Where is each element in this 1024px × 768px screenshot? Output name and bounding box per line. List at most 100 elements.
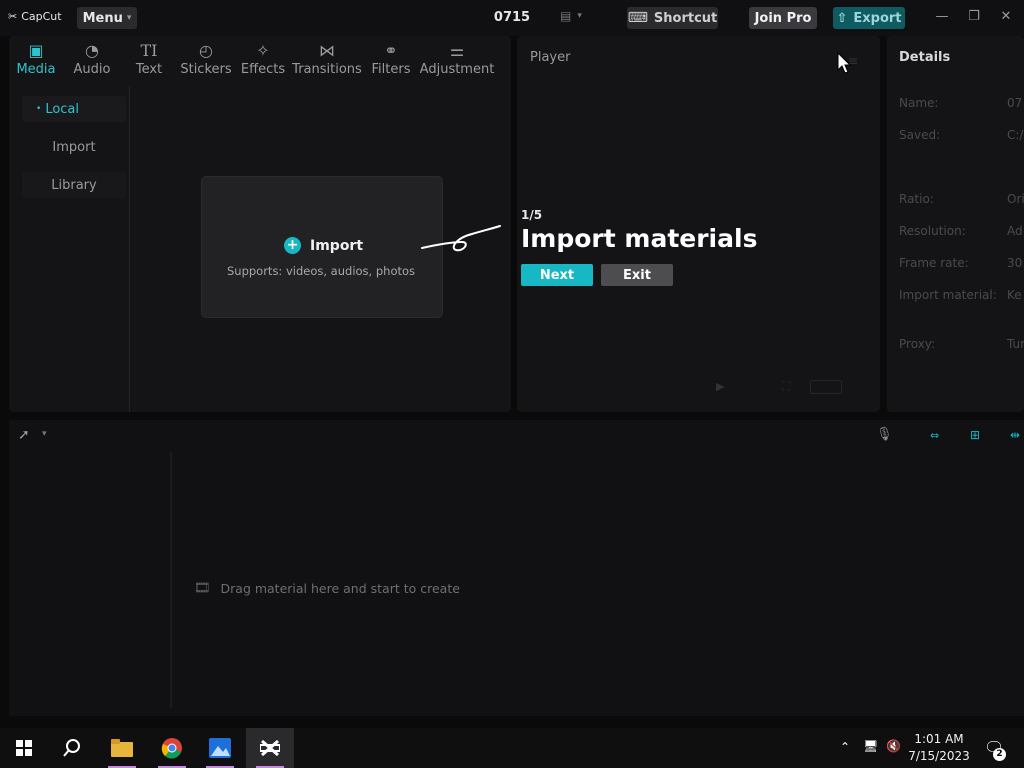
next-label: Next <box>539 267 575 283</box>
clock-time: 1:01 AM <box>914 732 964 746</box>
pointer-arrow-icon <box>421 225 501 252</box>
chevron-down-icon[interactable]: ▾ <box>42 429 47 439</box>
clock-date: 7/15/2023 <box>908 749 970 763</box>
maximize-icon[interactable]: ❐ <box>964 9 984 24</box>
select-tool-icon[interactable]: ➚ <box>18 427 30 443</box>
detail-value-import-material: Ke <box>1007 288 1022 302</box>
fullscreen-icon[interactable]: ⛶ <box>782 379 790 394</box>
shortcut-label: Shortcut <box>653 10 718 26</box>
timeline-empty-hint: 🎞 Drag material here and start to create <box>194 581 460 596</box>
adjustment-icon: ⚌ <box>449 41 465 60</box>
windows-logo-icon <box>16 740 32 756</box>
keyboard-icon: ⌨ <box>627 10 648 26</box>
detail-value-resolution: Ad <box>1007 224 1023 238</box>
tab-adjustment[interactable]: ⚌ Adjustment <box>419 36 495 86</box>
show-hidden-icons-icon[interactable]: ⌃ <box>840 740 850 754</box>
folder-icon <box>111 739 133 757</box>
detail-value-name: 07 <box>1007 96 1023 110</box>
tab-label: Filters <box>371 62 411 77</box>
import-label: Import <box>310 237 364 254</box>
tab-label: Transitions <box>292 62 362 77</box>
transitions-icon: ⋈ <box>319 41 335 60</box>
minimize-icon[interactable]: — <box>932 9 952 24</box>
tab-label: Adjustment <box>419 62 495 77</box>
search-button[interactable] <box>48 728 96 768</box>
tab-stickers[interactable]: ◴ Stickers <box>177 36 235 86</box>
sidebar-item-library[interactable]: Library <box>22 172 126 198</box>
exit-button[interactable]: Exit <box>601 264 673 286</box>
capcut-logo: ✂ CapCut <box>8 10 62 23</box>
exit-label: Exit <box>623 267 651 283</box>
bullet-icon: • <box>36 104 42 114</box>
chevron-down-icon: ▾ <box>126 13 132 23</box>
capcut-taskbar-button[interactable] <box>246 728 294 768</box>
import-button[interactable]: + Import <box>284 237 363 254</box>
tab-label: Media <box>16 62 56 77</box>
text-icon: TI <box>140 41 158 60</box>
mouse-cursor-icon <box>837 52 851 74</box>
file-explorer-button[interactable] <box>98 728 146 768</box>
detail-label-saved: Saved: <box>899 128 941 142</box>
tab-transitions[interactable]: ⋈ Transitions <box>291 36 363 86</box>
detail-value-saved: C:/ <box>1007 128 1024 142</box>
detail-label-import-material: Import material: <box>899 288 997 302</box>
playhead[interactable] <box>170 452 172 708</box>
tab-filters[interactable]: ⚭ Filters <box>363 36 419 86</box>
player-title: Player <box>530 50 571 65</box>
tab-label: Audio <box>73 62 111 77</box>
media-sidebar: • Local Import Library <box>9 86 130 412</box>
menu-button[interactable]: Menu ▾ <box>77 7 137 29</box>
timeline-panel <box>9 420 1024 716</box>
onboarding-title: Import materials <box>521 224 758 253</box>
detail-label-name: Name: <box>899 96 939 110</box>
tab-label: Text <box>135 62 163 77</box>
film-icon: 🎞 <box>194 581 211 596</box>
layout-button[interactable]: ▤ ▾ <box>560 9 582 23</box>
join-pro-button[interactable]: Join Pro <box>749 7 817 29</box>
detail-value-ratio: Ori <box>1007 192 1024 206</box>
tab-audio[interactable]: ◔ Audio <box>63 36 121 86</box>
export-button[interactable]: ⇧ Export <box>833 7 905 29</box>
microphone-icon[interactable]: 🎙 <box>876 427 893 442</box>
notification-count-badge: 2 <box>993 748 1006 761</box>
photos-button[interactable] <box>196 728 244 768</box>
ratio-icon[interactable] <box>810 380 842 394</box>
sidebar-item-local[interactable]: • Local <box>22 96 126 122</box>
logo-text: CapCut <box>21 10 62 23</box>
detail-value-proxy: Tur <box>1007 337 1024 351</box>
tab-text[interactable]: TI Text <box>121 36 177 86</box>
detail-label-proxy: Proxy: <box>899 337 936 351</box>
sidebar-item-import[interactable]: Import <box>22 134 126 160</box>
volume-muted-icon[interactable]: 🔇 <box>886 739 901 753</box>
magnet-icon[interactable]: ⊞ <box>970 428 980 442</box>
sidebar-item-label: Import <box>52 139 96 155</box>
search-icon <box>63 739 80 757</box>
next-button[interactable]: Next <box>521 264 593 286</box>
timeline-empty-text: Drag material here and start to create <box>220 581 460 596</box>
media-icon: ▣ <box>28 41 44 60</box>
capcut-logo-icon: ✂ <box>8 10 18 23</box>
system-clock[interactable]: 1:01 AM 7/15/2023 <box>900 731 978 765</box>
snap-icon[interactable]: ⇹ <box>1010 428 1020 442</box>
close-icon[interactable]: ✕ <box>996 9 1016 24</box>
chrome-button[interactable] <box>148 728 196 768</box>
media-tab-bar: ▣ Media ◔ Audio TI Text ◴ Stickers ✧ Eff… <box>9 36 511 86</box>
import-supports-text: Supports: videos, audios, photos <box>226 264 416 278</box>
onboarding-step: 1/5 <box>521 208 543 222</box>
detail-label-frame-rate: Frame rate: <box>899 256 969 270</box>
capcut-icon <box>260 739 280 757</box>
tab-media[interactable]: ▣ Media <box>9 36 63 86</box>
shortcut-button[interactable]: ⌨ Shortcut <box>627 7 718 29</box>
audio-icon: ◔ <box>85 41 99 60</box>
chrome-icon <box>161 738 182 759</box>
link-icon[interactable]: ⇔ <box>930 429 939 442</box>
detail-label-resolution: Resolution: <box>899 224 966 238</box>
tab-effects[interactable]: ✧ Effects <box>235 36 291 86</box>
sidebar-item-label: Library <box>51 177 97 193</box>
chevron-down-icon: ▾ <box>577 11 582 21</box>
photos-icon <box>209 738 231 758</box>
windows-start-button[interactable] <box>0 728 48 768</box>
network-icon[interactable]: 🖥 <box>863 739 878 753</box>
play-icon[interactable]: ▶ <box>716 380 724 393</box>
sidebar-item-label: Local <box>45 101 80 117</box>
